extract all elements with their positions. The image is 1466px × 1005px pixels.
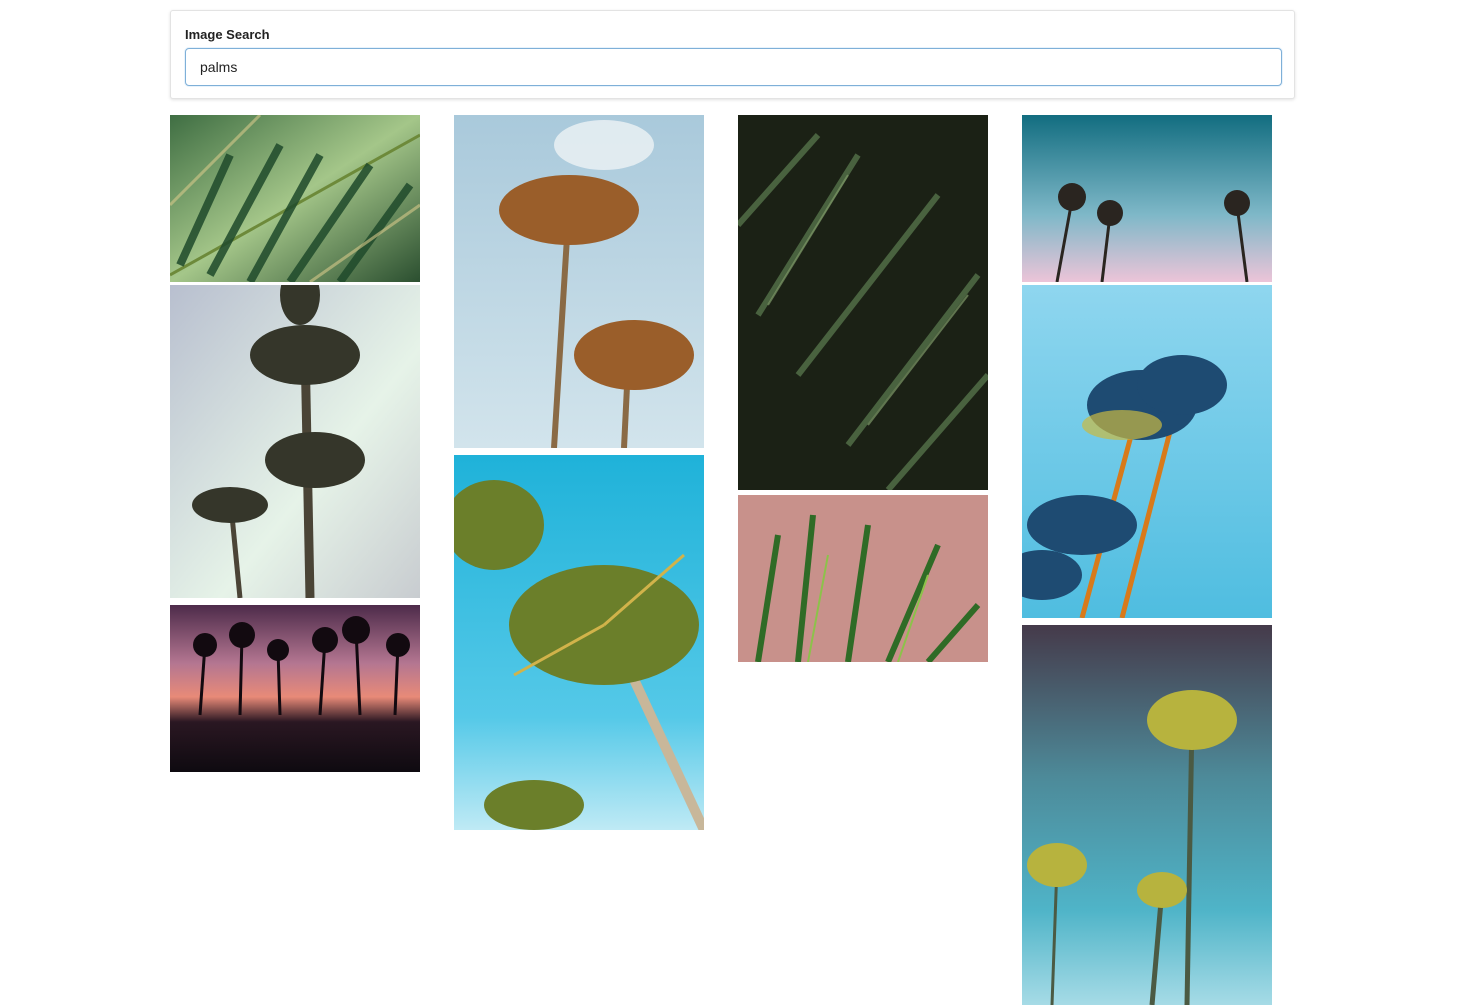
image-result-palms-below[interactable] bbox=[170, 285, 420, 598]
image-result-coconut-palms[interactable] bbox=[454, 115, 704, 448]
pink-wall-palm-photo bbox=[738, 495, 988, 662]
image-result-three-palms[interactable] bbox=[1022, 115, 1272, 282]
three-palms-photo bbox=[1022, 115, 1272, 282]
search-input[interactable] bbox=[185, 48, 1282, 86]
image-result-palm-fronds[interactable] bbox=[170, 115, 420, 282]
sunset-palms-photo bbox=[170, 605, 420, 772]
palm-fronds-photo bbox=[170, 115, 420, 282]
bright-sky-palms-photo bbox=[1022, 285, 1272, 618]
image-result-tall-palms[interactable] bbox=[1022, 625, 1272, 1005]
image-result-bright-sky-palms[interactable] bbox=[1022, 285, 1272, 618]
search-label: Image Search bbox=[185, 27, 270, 42]
image-result-sunset-palms[interactable] bbox=[170, 605, 420, 772]
image-search-panel: Image Search bbox=[170, 10, 1295, 99]
palms-below-photo bbox=[170, 285, 420, 598]
image-result-pink-wall-palm[interactable] bbox=[738, 495, 988, 662]
image-result-cyan-sky-palms[interactable] bbox=[454, 455, 704, 830]
tall-palms-photo bbox=[1022, 625, 1272, 1005]
dark-fern-photo bbox=[738, 115, 988, 490]
cyan-sky-palms-photo bbox=[454, 455, 704, 830]
image-result-dark-fern[interactable] bbox=[738, 115, 988, 490]
coconut-palms-photo bbox=[454, 115, 704, 448]
